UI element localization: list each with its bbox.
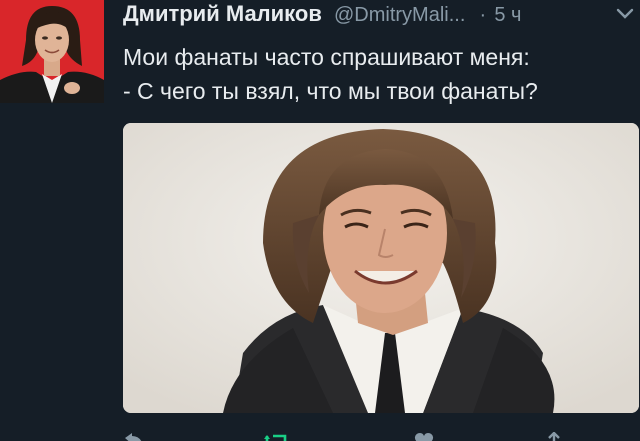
user-handle[interactable]: @DmitryMali...	[334, 4, 465, 26]
reply-icon	[125, 433, 142, 441]
tweet-text-line: Мои фанаты часто спрашивают меня:	[123, 44, 530, 70]
share-icon	[548, 431, 560, 441]
tweet-text-line: - С чего ты взял, что мы твои фанаты?	[123, 78, 538, 104]
tweet-photo[interactable]	[123, 123, 639, 413]
tweet-actions	[123, 422, 633, 441]
tweet-photo-image	[123, 123, 639, 413]
display-name[interactable]: Дмитрий Маликов	[123, 1, 322, 26]
like-button[interactable]	[413, 432, 435, 441]
retweet-icon	[264, 434, 287, 441]
reply-button[interactable]	[123, 432, 145, 441]
avatar-image	[0, 0, 104, 103]
heart-icon	[414, 433, 434, 441]
timestamp[interactable]: 5 ч	[494, 4, 521, 26]
tweet-header: Дмитрий Маликов @DmitryMali... · 5 ч	[123, 1, 521, 27]
share-button[interactable]	[543, 431, 565, 441]
tweet: Дмитрий Маликов @DmitryMali... · 5 ч Мои…	[0, 0, 640, 441]
separator-dot: ·	[479, 4, 487, 26]
chevron-down-icon[interactable]	[616, 8, 634, 20]
retweet-button[interactable]	[263, 432, 289, 441]
tweet-text: Мои фанаты часто спрашивают меня: - С че…	[123, 40, 635, 108]
avatar[interactable]	[0, 0, 104, 103]
